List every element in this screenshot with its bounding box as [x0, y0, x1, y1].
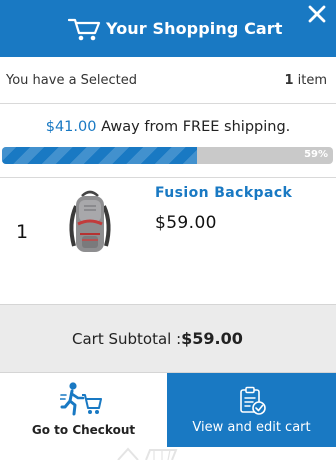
go-to-checkout-label: Go to Checkout [31, 423, 136, 437]
shipping-progress-fill [2, 147, 198, 164]
cart-subtotal: Cart Subtotal :$59.00 [0, 304, 336, 373]
cart-title: Your Shopping Cart [106, 19, 283, 38]
item-quantity: 1 [16, 221, 29, 243]
summary-text: You have a Selected [6, 73, 138, 88]
cart-summary: You have a Selected 1 item [0, 57, 336, 104]
view-edit-cart-button[interactable]: View and edit cart [167, 373, 336, 447]
running-cart-icon [60, 382, 102, 416]
clipboard-check-icon [240, 386, 266, 415]
shipping-progress-bar: 59% [2, 147, 333, 164]
item-count-unit: item [297, 73, 327, 88]
free-shipping-message: $41.00 Away from FREE shipping. [0, 119, 336, 135]
shipping-progress-label: 59% [304, 149, 328, 160]
item-price: $59.00 [155, 213, 217, 233]
item-count-value: 1 [284, 73, 294, 88]
cart-item: 1 Fusion Backpack $59.00 [0, 178, 336, 304]
close-icon[interactable] [307, 4, 327, 24]
subtotal-value: $59.00 [181, 329, 243, 348]
cart-icon [68, 18, 101, 41]
item-name-link[interactable]: Fusion Backpack [155, 185, 292, 201]
item-count: 1 item [284, 73, 327, 88]
backpack-image[interactable] [62, 188, 118, 256]
free-shipping-panel: $41.00 Away from FREE shipping. 59% [0, 104, 336, 178]
view-edit-cart-label: View and edit cart [192, 420, 311, 435]
shipping-message-text: Away from FREE shipping. [101, 119, 291, 135]
background-cart-icon [117, 447, 178, 460]
cart-header: Your Shopping Cart [0, 0, 336, 57]
subtotal-label: Cart Subtotal : [72, 330, 182, 348]
shipping-remaining-amount: $41.00 [45, 119, 97, 135]
go-to-checkout-button[interactable]: Go to Checkout [0, 373, 167, 447]
subtotal-row: Cart Subtotal :$59.00 [72, 329, 243, 348]
